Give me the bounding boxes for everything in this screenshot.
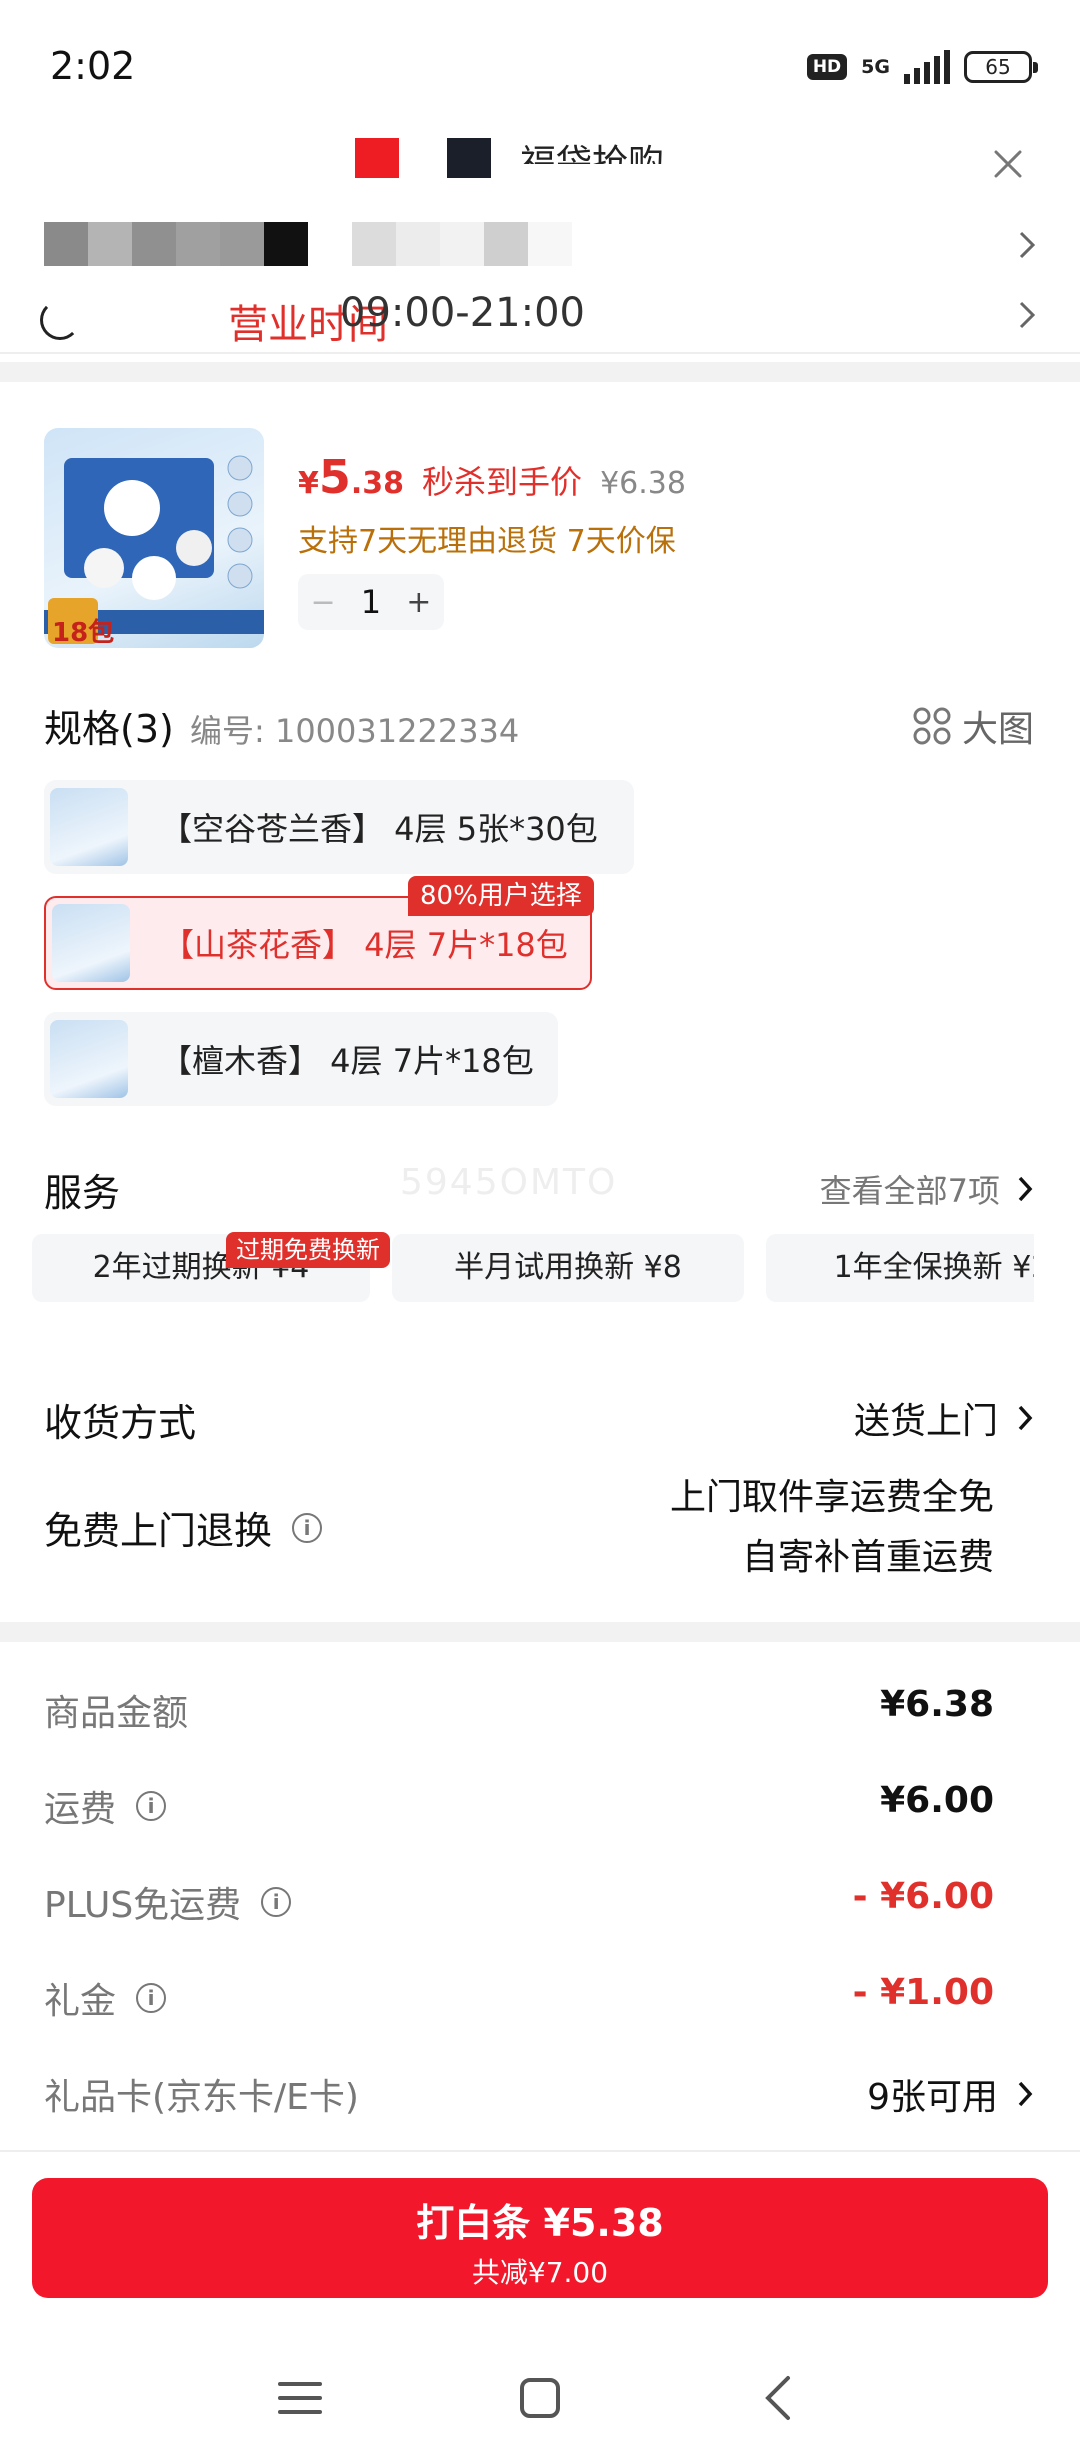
popular-badge: 80%用户选择: [408, 876, 594, 916]
service-card[interactable]: 1年全保换新 ¥2: [766, 1234, 1034, 1302]
fee-value: ¥6.00: [880, 1780, 994, 1821]
price-row: ¥5.38 秒杀到手价 ¥6.38: [298, 450, 686, 504]
product-image-badge: 18包: [52, 618, 115, 648]
increment-button[interactable]: +: [406, 585, 431, 620]
page-title: 福袋抢购: [520, 143, 665, 164]
shipping-value: 送货上门: [853, 1401, 998, 1442]
spec-title: 规格(3): [44, 707, 174, 751]
fee-value: 9张可用: [867, 2077, 998, 2118]
original-price: ¥6.38: [600, 466, 686, 501]
back-icon[interactable]: [750, 2368, 810, 2428]
fee-row-plus-free-shipping: PLUS免运费 i - ¥6.00: [44, 1872, 994, 1932]
fee-row-shipping: 运费 i ¥6.00: [44, 1776, 994, 1836]
info-icon[interactable]: i: [292, 1512, 323, 1543]
status-bar: 2:02 HD 5G 65: [0, 0, 1080, 120]
fee-label: 商品金额: [44, 1693, 189, 1734]
shipping-method[interactable]: 送货上门: [854, 1392, 1034, 1444]
pay-discount-label: 共减¥7.00: [471, 2256, 609, 2289]
chevron-right-icon: [1018, 2081, 1033, 2107]
price-currency: ¥: [298, 466, 319, 501]
battery-icon: 65: [964, 51, 1038, 83]
free-return-line1: 上门取件享运费全免: [669, 1477, 994, 1518]
service-promise: 支持7天无理由退货 7天价保: [298, 524, 676, 559]
fee-value: ¥6.38: [880, 1684, 994, 1725]
divider: [0, 2150, 1080, 2152]
spec-thumbnail: [52, 904, 130, 982]
service-title: 服务: [44, 1171, 121, 1215]
product-code: 编号: 100031222334: [190, 712, 520, 750]
status-icons: HD 5G 65: [806, 50, 1038, 84]
fee-value: - ¥6.00: [852, 1876, 994, 1917]
chevron-right-icon: [1018, 1176, 1033, 1202]
chevron-right-icon: [1019, 231, 1036, 259]
free-return-details: 上门取件享运费全免 自寄补首重运费: [670, 1468, 994, 1588]
spec-thumbnail: [50, 788, 128, 866]
service-card[interactable]: 半月试用换新 ¥8: [392, 1234, 744, 1302]
free-return-line2: 自寄补首重运费: [741, 1537, 994, 1578]
store-hours-row[interactable]: 营业时间 09:00-21:00: [0, 290, 1080, 350]
shipping-label: 收货方式: [44, 1401, 197, 1445]
loading-icon: [40, 300, 80, 340]
pay-button-label: 打白条 ¥5.38: [416, 2201, 664, 2245]
product-image[interactable]: 18包: [44, 428, 264, 648]
big-view-label: 大图: [961, 709, 1034, 750]
network-icon: 5G: [861, 56, 890, 78]
fee-label: 运费: [44, 1789, 117, 1830]
watermark: 5945OMTO: [400, 1162, 618, 1203]
info-icon[interactable]: i: [136, 1791, 167, 1821]
quantity-value: 1: [360, 583, 382, 621]
pay-button[interactable]: 打白条 ¥5.38 共减¥7.00: [32, 2178, 1048, 2298]
section-divider: [0, 362, 1080, 382]
close-icon[interactable]: [988, 144, 1028, 184]
divider: [0, 352, 1080, 354]
section-divider: [0, 1622, 1080, 1642]
fee-row-gift-card[interactable]: 礼品卡(京东卡/E卡) 9张可用: [44, 2064, 1033, 2124]
decrement-button[interactable]: −: [311, 585, 336, 620]
price-decimal: .38: [350, 466, 405, 501]
home-icon[interactable]: [510, 2368, 570, 2428]
big-view-button[interactable]: 大图: [912, 700, 1034, 752]
gift-card-available: 9张可用: [867, 2068, 1034, 2120]
view-all-services[interactable]: 查看全部7项: [820, 1166, 1034, 1212]
status-time: 2:02: [50, 44, 136, 88]
sale-price: ¥5.38: [298, 450, 404, 504]
spec-thumbnail: [50, 1020, 128, 1098]
signal-icon: [904, 50, 950, 84]
address-redacted: [44, 222, 572, 266]
info-icon[interactable]: i: [136, 1983, 167, 2013]
chevron-right-icon: [1019, 301, 1036, 329]
spec-option[interactable]: 【空谷苍兰香】 4层 5张*30包: [44, 780, 634, 874]
fee-label: PLUS免运费: [44, 1885, 242, 1926]
spec-option[interactable]: 【檀木香】 4层 7片*18包: [44, 1012, 558, 1106]
spec-option-label: 【山茶花香】 4层 7片*18包: [162, 926, 568, 964]
service-badge: 过期免费换新: [226, 1232, 390, 1268]
fee-label: 礼品卡(京东卡/E卡): [44, 2077, 359, 2118]
fee-row-subtotal: 商品金额 ¥6.38: [44, 1680, 994, 1740]
price-integer: 5: [318, 450, 351, 504]
price-label: 秒杀到手价: [422, 463, 583, 501]
address-row[interactable]: [0, 212, 1080, 278]
menu-icon[interactable]: [270, 2368, 330, 2428]
grid-icon: [913, 707, 951, 745]
info-icon[interactable]: i: [261, 1887, 292, 1917]
quantity-stepper: − 1 +: [298, 574, 444, 630]
free-return-row: 免费上门退换 i: [44, 1500, 323, 1555]
header-redacted-logo: [355, 138, 541, 178]
store-hours: 09:00-21:00: [340, 290, 585, 336]
system-nav-bar: [0, 2340, 1080, 2460]
service-cards: 2年过期换新 ¥4 半月试用换新 ¥8 1年全保换新 ¥2: [32, 1234, 1034, 1306]
view-all-label: 查看全部7项: [819, 1172, 1000, 1210]
fee-label: 礼金: [44, 1981, 117, 2022]
fee-value: - ¥1.00: [852, 1972, 994, 2013]
network-label: 5G: [861, 56, 890, 78]
spec-option-label: 【檀木香】 4层 7片*18包: [160, 1042, 534, 1080]
chevron-right-icon: [1018, 1405, 1033, 1431]
free-return-label: 免费上门退换: [44, 1509, 273, 1553]
fee-row-gift-money: 礼金 i - ¥1.00: [44, 1968, 994, 2028]
header: 福袋抢购: [0, 120, 1080, 210]
hd-icon: HD: [806, 54, 848, 80]
spec-option-label: 【空谷苍兰香】 4层 5张*30包: [160, 810, 598, 848]
